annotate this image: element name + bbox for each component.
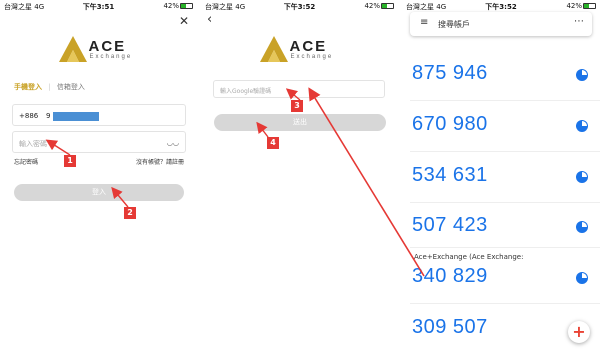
close-icon[interactable]: ✕ <box>179 14 189 28</box>
carrier-label: 台灣之星 4G <box>406 3 447 11</box>
back-arrow-icon[interactable]: ‹ <box>207 12 212 27</box>
step-marker-4: 4 <box>267 137 279 149</box>
battery-icon <box>381 3 394 9</box>
ace-logo-icon <box>58 36 87 62</box>
row-divider <box>410 303 600 304</box>
countdown-timer-icon <box>576 171 588 183</box>
login-tabs: 手機登入 | 信箱登入 <box>14 82 85 92</box>
countdown-timer-icon <box>576 69 588 81</box>
google-code-placeholder: 輸入Google驗證碼 <box>220 88 272 95</box>
tab-phone-login[interactable]: 手機登入 <box>14 83 42 91</box>
countdown-timer-icon <box>576 272 588 284</box>
tab-email-login[interactable]: 信箱登入 <box>57 83 85 91</box>
row-divider <box>410 247 600 248</box>
authenticator-screen: 台灣之星 4G 下午3:52 42% ≡ 搜尋帳戶 ⋯ 875 946 670 … <box>402 0 600 357</box>
clock: 下午3:51 <box>82 3 115 11</box>
hamburger-menu-icon[interactable]: ≡ <box>420 17 428 28</box>
redacted-phone-number <box>53 112 99 121</box>
battery-icon <box>583 3 596 9</box>
otp-code[interactable]: 534 631 <box>412 164 488 187</box>
google-code-input[interactable]: 輸入Google驗證碼 <box>213 80 385 98</box>
battery-indicator: 42% <box>566 2 596 10</box>
phone-input[interactable]: +886 9 <box>12 104 186 126</box>
account-search-bar[interactable]: ≡ 搜尋帳戶 ⋯ <box>410 12 592 36</box>
otp-code[interactable]: 309 507 <box>412 316 488 339</box>
search-placeholder: 搜尋帳戶 <box>438 20 470 29</box>
login-links: 忘記密碼 沒有帳號？請註冊 <box>14 157 184 166</box>
ace-logo: ACE Exchange <box>58 36 139 64</box>
phone-prefix: 9 <box>46 112 51 120</box>
password-input[interactable]: 輸入密碼 ◡◡ <box>12 131 186 153</box>
plus-icon: + <box>572 322 586 341</box>
otp-code[interactable]: 507 423 <box>412 214 488 237</box>
status-bar: 台灣之星 4G 下午3:52 42% <box>201 0 398 12</box>
country-code[interactable]: +886 <box>19 112 38 120</box>
ace-logo: ACE Exchange <box>259 36 340 64</box>
otp-code[interactable]: 875 946 <box>412 62 488 85</box>
row-divider <box>410 151 600 152</box>
otp-code[interactable]: 670 980 <box>412 113 488 136</box>
account-label: Ace+Exchange (Ace Exchange: <box>414 253 524 261</box>
otp-code[interactable]: 340 829 <box>412 265 488 288</box>
forgot-password-link[interactable]: 忘記密碼 <box>14 159 38 166</box>
row-divider <box>410 100 600 101</box>
status-bar: 台灣之星 4G 下午3:51 42% <box>0 0 197 12</box>
countdown-timer-icon <box>576 221 588 233</box>
ace-logo-icon <box>259 36 288 62</box>
carrier-label: 台灣之星 4G <box>205 3 246 11</box>
submit-button[interactable]: 送出 <box>214 114 386 131</box>
google-verify-screen: 台灣之星 4G 下午3:52 42% ‹ ACE Exchange 輸入Goog… <box>201 0 398 357</box>
battery-indicator: 42% <box>364 2 394 10</box>
hide-password-icon[interactable]: ◡◡ <box>167 139 179 147</box>
step-marker-1: 1 <box>64 155 76 167</box>
clock: 下午3:52 <box>283 3 316 11</box>
clock: 下午3:52 <box>485 3 517 11</box>
countdown-timer-icon <box>576 120 588 132</box>
tab-divider: | <box>48 83 51 91</box>
more-options-icon[interactable]: ⋯ <box>574 16 584 27</box>
battery-icon <box>180 3 193 9</box>
login-screen: 台灣之星 4G 下午3:51 42% ✕ ACE Exchange 手機登入 |… <box>0 0 197 357</box>
battery-indicator: 42% <box>163 2 193 10</box>
row-divider <box>410 202 600 203</box>
password-placeholder: 輸入密碼 <box>19 140 47 148</box>
step-marker-2: 2 <box>124 207 136 219</box>
register-link[interactable]: 沒有帳號？請註冊 <box>136 157 184 166</box>
step-marker-3: 3 <box>291 100 303 112</box>
carrier-label: 台灣之星 4G <box>4 3 45 11</box>
status-bar: 台灣之星 4G 下午3:52 42% <box>402 0 600 12</box>
login-button[interactable]: 登入 <box>14 184 184 201</box>
add-account-button[interactable]: + <box>568 321 590 343</box>
